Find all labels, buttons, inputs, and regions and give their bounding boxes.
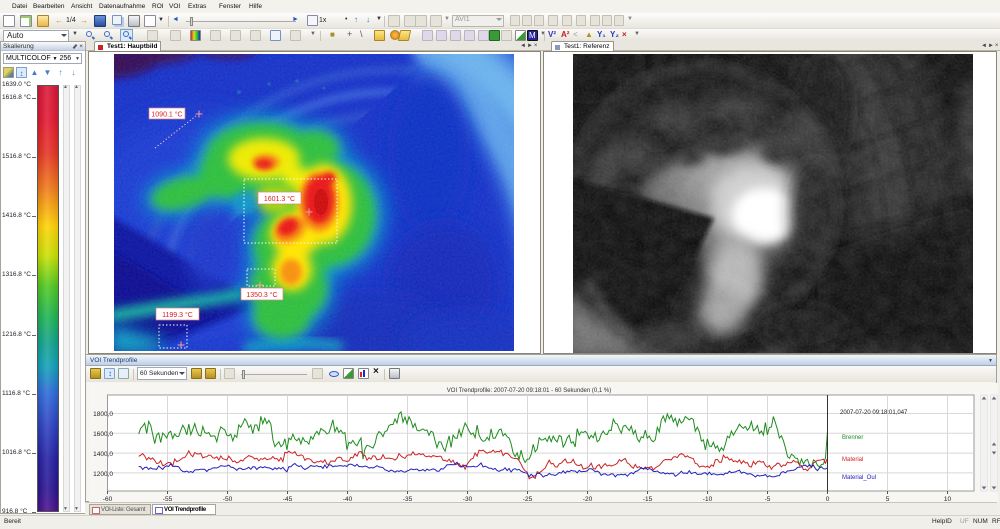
svg-text:1400,0: 1400,0 (93, 451, 113, 458)
svg-text:1200,0: 1200,0 (93, 471, 113, 478)
svg-text:1601.3 °C: 1601.3 °C (264, 195, 295, 203)
svg-text:1600,0: 1600,0 (93, 431, 113, 438)
svg-text:1090.1 °C: 1090.1 °C (151, 111, 182, 119)
svg-text:Material_Oul: Material_Oul (842, 475, 876, 481)
svg-text:2007-07-20 09:18:01,047: 2007-07-20 09:18:01,047 (840, 410, 908, 416)
svg-text:Brenner: Brenner (842, 435, 863, 441)
svg-text:VOI Trendprofile: 2007-07-20 0: VOI Trendprofile: 2007-07-20 09:18:01 - … (447, 388, 611, 394)
svg-text:Material: Material (842, 457, 863, 463)
svg-text:1800,0: 1800,0 (93, 411, 113, 418)
svg-text:1199.3 °C: 1199.3 °C (162, 311, 193, 319)
svg-text:1350.3 °C: 1350.3 °C (246, 291, 277, 299)
